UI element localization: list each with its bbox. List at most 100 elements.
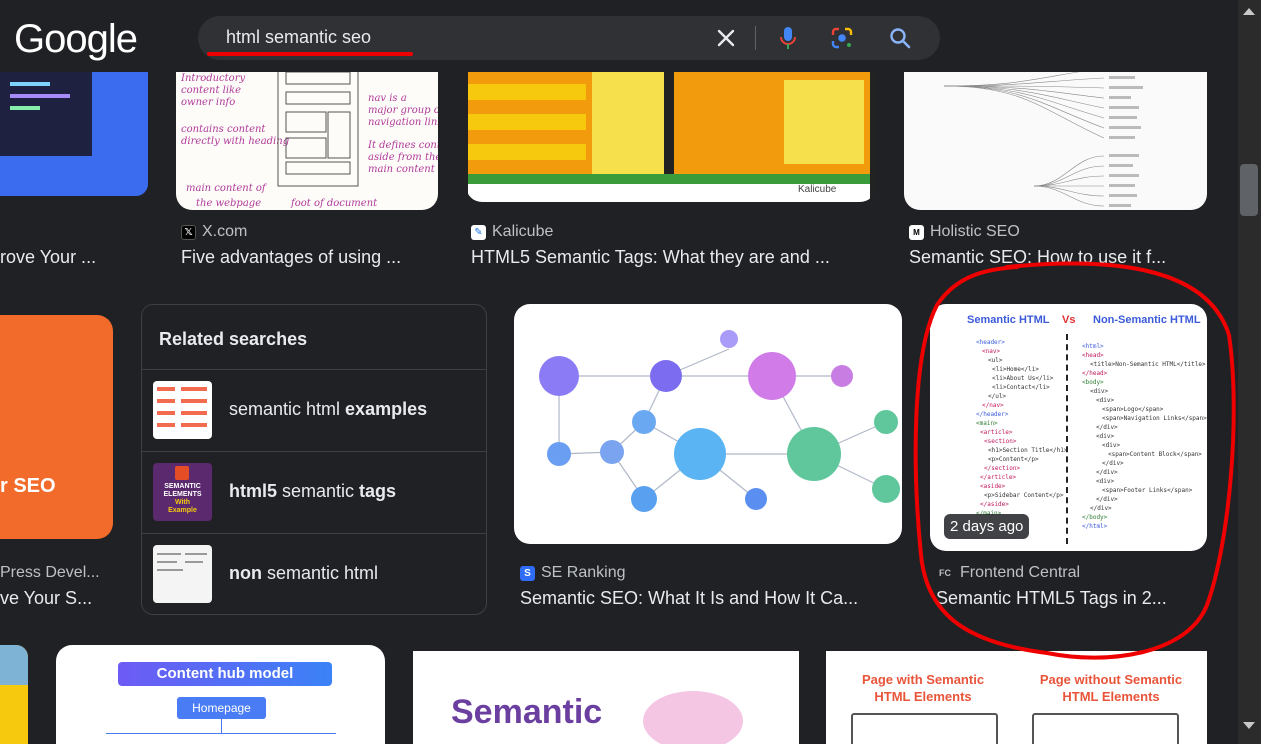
svg-text:</div>: </div> [1096, 469, 1118, 476]
result-image-2[interactable]: Introductory content like owner info con… [176, 56, 438, 210]
result-title-3[interactable]: HTML5 Semantic Tags: What they are and .… [471, 247, 871, 268]
svg-text:<article>: <article> [980, 429, 1013, 436]
svg-text:nav is a: nav is a [368, 93, 407, 104]
result-image-8[interactable] [0, 645, 28, 744]
result-title-6[interactable]: Semantic SEO: What It Is and How It Ca..… [520, 588, 900, 609]
result-title-7[interactable]: Semantic HTML5 Tags in 2... [936, 588, 1196, 609]
svg-text:<div>: <div> [1096, 478, 1114, 485]
svg-text:</header>: </header> [976, 411, 1009, 418]
related-searches-title: Related searches [159, 329, 308, 349]
scroll-down-arrow-icon[interactable] [1243, 722, 1255, 729]
svg-text:</div>: </div> [1090, 505, 1112, 512]
search-input[interactable]: html semantic seo [226, 27, 371, 48]
svg-text:<body>: <body> [1082, 379, 1104, 386]
svg-text:contains content: contains content [181, 124, 266, 135]
svg-text:<div>: <div> [1096, 397, 1114, 404]
svg-text:<li>Home</li>: <li>Home</li> [992, 366, 1039, 373]
result-image-4[interactable] [904, 56, 1207, 210]
svg-text:major group of: major group of [368, 105, 438, 116]
svg-text:<li>Contact</li>: <li>Contact</li> [992, 384, 1050, 391]
scroll-up-arrow-icon[interactable] [1243, 8, 1255, 15]
svg-text:</article>: </article> [980, 474, 1017, 481]
source-label: SE Ranking [541, 564, 626, 581]
related-search-item[interactable]: SEMANTIC ELEMENTS With Example html5 sem… [142, 451, 486, 533]
svg-text:foot of document: foot of document [290, 198, 378, 209]
x-logo-icon: 𝕏 [181, 224, 196, 240]
svg-text:content like: content like [181, 85, 241, 96]
result-source-5[interactable]: Press Devel... [0, 564, 100, 582]
svg-text:</ul>: </ul> [988, 393, 1006, 400]
svg-text:</section>: </section> [984, 465, 1021, 472]
page-with-semantic-label: Page with Semantic HTML Elements [861, 672, 985, 704]
result-image-9[interactable]: Content hub model Homepage [56, 645, 385, 744]
svg-text:</div>: </div> [1102, 460, 1124, 467]
result-title-2[interactable]: Five advantages of using ... [181, 247, 437, 268]
source-label: X.com [202, 223, 248, 240]
result-source-3[interactable]: ✎ Kalicube [471, 223, 553, 241]
related-thumbnail [153, 545, 212, 603]
frontend-central-favicon-icon: FC [939, 568, 951, 578]
seo-card-text: r SEO [0, 475, 56, 497]
holistic-seo-favicon-icon: M [909, 224, 924, 240]
microphone-icon[interactable] [774, 24, 802, 52]
result-title-4[interactable]: Semantic SEO: How to use it f... [909, 247, 1229, 268]
search-divider [755, 26, 756, 50]
svg-text:<div>: <div> [1096, 433, 1114, 440]
page-without-semantic-label: Page without Semantic HTML Elements [1039, 672, 1183, 704]
google-lens-icon[interactable] [828, 24, 856, 52]
related-search-item[interactable]: non semantic html [142, 533, 486, 615]
svg-text:<section>: <section> [984, 438, 1017, 445]
result-source-2[interactable]: 𝕏 X.com [181, 223, 247, 241]
svg-text:<span>Logo</span>: <span>Logo</span> [1102, 406, 1164, 413]
result-image-11[interactable]: Page with Semantic HTML Elements Page wi… [826, 651, 1207, 744]
search-icon[interactable] [886, 24, 914, 52]
svg-text:It defines content: It defines content [367, 140, 438, 151]
semantic-title: Semantic [451, 693, 603, 731]
svg-text:main content: main content [368, 164, 436, 175]
related-search-text[interactable]: non semantic html [229, 563, 378, 584]
svg-text:directly with heading: directly with heading [181, 136, 289, 147]
svg-text:owner info: owner info [181, 97, 235, 108]
svg-text:<html>: <html> [1082, 343, 1104, 350]
related-search-text[interactable]: semantic html examples [229, 399, 427, 420]
svg-text:<div>: <div> [1090, 388, 1108, 395]
date-badge: 2 days ago [944, 514, 1030, 539]
result-title-1[interactable]: rove Your ... [0, 247, 120, 268]
close-icon[interactable] [712, 24, 740, 52]
se-ranking-favicon-icon: S [520, 565, 535, 581]
result-source-4[interactable]: M Holistic SEO [909, 223, 1020, 241]
svg-text:</div>: </div> [1096, 424, 1118, 431]
svg-text:<p>Content</p>: <p>Content</p> [988, 456, 1039, 463]
svg-text:<li>About Us</li>: <li>About Us</li> [992, 375, 1054, 382]
result-image-3[interactable]: Kalicube [466, 56, 876, 202]
result-source-6[interactable]: S SE Ranking [520, 564, 626, 582]
svg-text:</html>: </html> [1082, 523, 1108, 530]
svg-text:<head>: <head> [1082, 352, 1104, 359]
search-header: Google html semantic seo [0, 0, 1238, 72]
svg-text:the webpage: the webpage [196, 198, 261, 209]
annotation-underline [207, 52, 413, 56]
related-thumbnail: SEMANTIC ELEMENTS With Example [153, 463, 212, 521]
vs-label: Vs [1062, 314, 1076, 326]
scrollbar-thumb[interactable] [1240, 164, 1258, 216]
svg-text:<p>Sidebar Content</p>: <p>Sidebar Content</p> [984, 492, 1064, 499]
source-label: Frontend Central [960, 564, 1081, 581]
result-image-6[interactable] [514, 304, 902, 544]
svg-text:</div>: </div> [1096, 496, 1118, 503]
svg-text:</head>: </head> [1082, 370, 1108, 377]
google-logo[interactable]: Google [14, 17, 138, 62]
svg-text:aside from the: aside from the [368, 152, 438, 163]
result-image-5[interactable]: r SEO [0, 315, 113, 539]
result-image-1[interactable] [0, 72, 148, 196]
svg-text:<main>: <main> [976, 420, 998, 427]
related-search-item[interactable]: semantic html examples [142, 369, 486, 451]
svg-text:</body>: </body> [1082, 514, 1108, 521]
result-image-10[interactable]: Semantic [413, 651, 799, 744]
vertical-scrollbar[interactable] [1238, 0, 1261, 744]
homepage-label: Homepage [177, 697, 266, 719]
svg-text:<nav>: <nav> [982, 348, 1000, 355]
result-title-5[interactable]: ve Your S... [0, 588, 110, 609]
result-source-7[interactable]: FC Frontend Central [936, 564, 1080, 582]
svg-text:<title>Non-Semantic HTML</titl: <title>Non-Semantic HTML</title> [1090, 361, 1206, 368]
related-search-text[interactable]: html5 semantic tags [229, 481, 396, 502]
